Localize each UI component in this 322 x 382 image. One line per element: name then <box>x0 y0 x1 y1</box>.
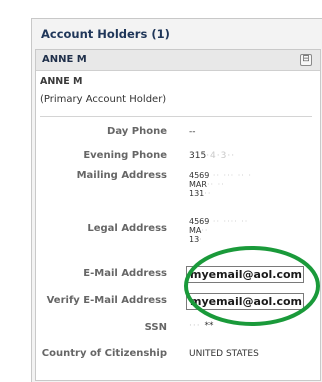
annotation-circle <box>184 246 320 326</box>
annotation-ellipse <box>184 246 320 326</box>
